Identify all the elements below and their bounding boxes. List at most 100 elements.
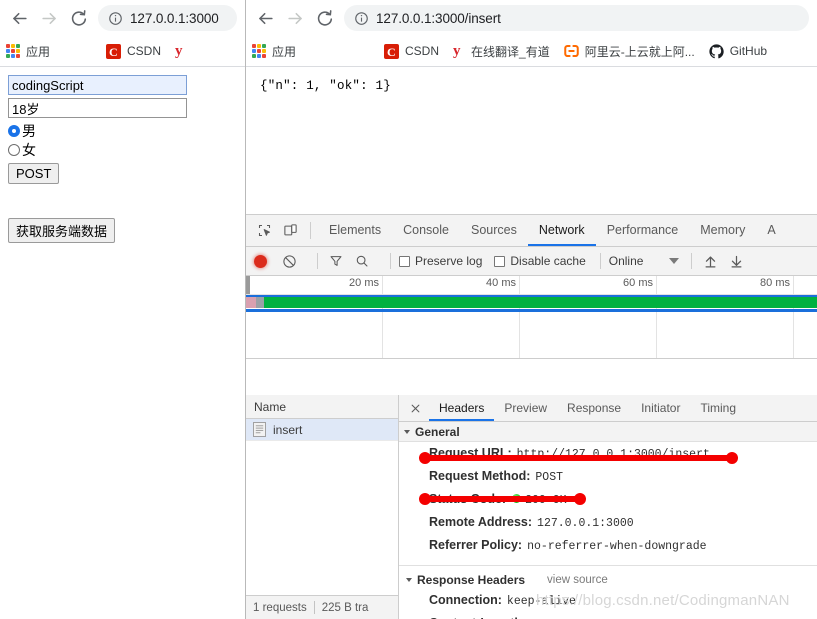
fetch-server-data-button[interactable]: 获取服务端数据	[8, 218, 116, 243]
requests-count: 1 requests	[253, 601, 307, 614]
info-circle-icon	[354, 11, 369, 26]
left-url-text: 127.0.0.1:3000	[130, 10, 219, 26]
close-x-icon[interactable]	[405, 398, 425, 418]
left-address-bar[interactable]: 127.0.0.1:3000	[98, 5, 237, 31]
device-toolbar-icon[interactable]	[277, 218, 303, 244]
bookmark-apps[interactable]: 应用	[6, 43, 50, 60]
tab-timing[interactable]: Timing	[690, 395, 746, 421]
network-lower-pane: Name insert 1 requests 225 B tra Headers…	[246, 395, 817, 619]
disable-cache-checkbox[interactable]: Disable cache	[494, 254, 586, 268]
search-magnifier-icon[interactable]	[352, 251, 372, 271]
request-method-key: Request Method:	[429, 469, 531, 483]
tab-network[interactable]: Network	[527, 215, 596, 246]
connection-key: Connection:	[429, 593, 502, 607]
chevron-down-icon[interactable]	[669, 258, 680, 264]
inspect-element-icon[interactable]	[251, 218, 277, 244]
right-address-bar[interactable]: 127.0.0.1:3000/insert	[344, 5, 809, 31]
bookmark-csdn[interactable]: C CSDN	[106, 43, 161, 59]
gender-radio-male[interactable]: 男	[8, 121, 239, 140]
youdao-icon: y	[175, 42, 183, 59]
bookmark-github[interactable]: GitHub	[709, 43, 767, 59]
tab-response[interactable]: Response	[557, 395, 631, 421]
network-timeline-overview[interactable]: 20 ms 40 ms 60 ms 80 ms	[246, 276, 817, 359]
bookmark-aliyun[interactable]: 阿里云-上云就上阿...	[563, 43, 695, 60]
request-name: insert	[273, 422, 303, 437]
checkbox-icon	[494, 255, 506, 267]
general-section-header[interactable]: General	[399, 422, 817, 442]
apps-grid-icon	[6, 44, 20, 58]
view-source-link[interactable]: view source	[547, 574, 608, 586]
info-circle-icon	[108, 11, 123, 26]
forward-button[interactable]	[34, 3, 64, 33]
name-input[interactable]	[8, 75, 187, 95]
bookmark-youdao[interactable]: y 在线翻译_有道	[453, 43, 550, 60]
import-arrow-up-icon[interactable]	[700, 251, 720, 271]
timeline-tick-label: 60 ms	[623, 277, 653, 289]
bookmark-csdn[interactable]: C CSDN	[384, 43, 440, 59]
request-list-column-name[interactable]: Name	[246, 395, 398, 419]
bookmark-apps-label: 应用	[26, 44, 51, 59]
response-headers-section-header[interactable]: Response Headers view source	[399, 569, 817, 591]
tab-performance[interactable]: Performance	[596, 215, 690, 246]
bookmark-youdao[interactable]: y	[175, 42, 189, 59]
reload-button[interactable]	[310, 3, 340, 33]
gender-radio-female[interactable]: 女	[8, 140, 239, 159]
tab-memory[interactable]: Memory	[689, 215, 756, 246]
record-red-dot-icon[interactable]	[254, 254, 267, 268]
export-arrow-down-icon[interactable]	[726, 251, 746, 271]
bookmark-csdn-label: CSDN	[405, 44, 440, 58]
referrer-policy-row: Referrer Policy: no-referrer-when-downgr…	[429, 538, 817, 561]
back-button[interactable]	[250, 3, 280, 33]
toolbar-divider-3	[599, 253, 601, 269]
youdao-icon: y	[453, 42, 461, 59]
request-detail-pane: Headers Preview Response Initiator Timin…	[399, 395, 817, 619]
filter-funnel-icon[interactable]	[326, 251, 346, 271]
tab-console[interactable]: Console	[392, 215, 460, 246]
github-icon	[709, 43, 724, 59]
devtools-tab-bar: Elements Console Sources Network Perform…	[246, 215, 817, 247]
toolbar-divider-1	[317, 253, 318, 269]
left-browser-window: 127.0.0.1:3000 应用 C CSDN y codingScript …	[0, 0, 245, 619]
age-input[interactable]	[8, 98, 187, 118]
tab-initiator[interactable]: Initiator	[631, 395, 690, 421]
left-bookmarks-bar: 应用 C CSDN y	[0, 36, 245, 66]
request-list-footer: 1 requests 225 B tra	[246, 595, 398, 619]
tab-preview[interactable]: Preview	[494, 395, 557, 421]
left-page-viewport: 男 女 POST 获取服务端数据	[0, 67, 245, 619]
apps-grid-icon	[252, 44, 266, 58]
bookmark-apps-label: 应用	[272, 44, 297, 59]
throttling-select-value[interactable]: Online	[609, 254, 644, 268]
forward-button[interactable]	[280, 3, 310, 33]
timeline-gripper[interactable]	[246, 276, 250, 294]
remote-address-row: Remote Address: 127.0.0.1:3000	[429, 515, 817, 538]
back-button[interactable]	[4, 3, 34, 33]
csdn-icon: C	[106, 43, 122, 59]
tab-elements[interactable]: Elements	[318, 215, 392, 246]
table-row[interactable]: insert	[246, 419, 398, 441]
timeline-tick-label: 80 ms	[760, 277, 790, 289]
bookmark-apps[interactable]: 应用	[252, 43, 296, 60]
remote-address-value: 127.0.0.1:3000	[537, 517, 634, 530]
document-icon	[253, 422, 266, 437]
timeline-tick-label: 20 ms	[349, 277, 379, 289]
toolbar-divider-2	[390, 253, 391, 269]
timeline-band-download	[264, 297, 817, 308]
remote-address-key: Remote Address:	[429, 515, 533, 529]
bookmark-youdao-label: 在线翻译_有道	[471, 44, 550, 59]
referrer-policy-value: no-referrer-when-downgrade	[527, 540, 707, 553]
response-body-text: {"n": 1, "ok": 1}	[260, 79, 391, 93]
chevron-down-icon	[404, 429, 410, 434]
devtools-panel: Elements Console Sources Network Perform…	[246, 214, 817, 619]
tab-application[interactable]: A	[756, 215, 786, 246]
timeline-band-waiting	[256, 297, 264, 308]
post-button[interactable]: POST	[8, 163, 60, 184]
clear-prohibited-icon[interactable]	[279, 251, 299, 271]
annotation-status-code	[419, 493, 586, 505]
tab-headers[interactable]: Headers	[429, 395, 495, 421]
general-section-title: General	[415, 424, 460, 439]
reload-button[interactable]	[64, 3, 94, 33]
tab-sources[interactable]: Sources	[460, 215, 528, 246]
preserve-log-checkbox[interactable]: Preserve log	[399, 254, 482, 268]
request-rows: insert	[246, 419, 398, 595]
bookmark-aliyun-label: 阿里云-上云就上阿...	[584, 44, 695, 59]
